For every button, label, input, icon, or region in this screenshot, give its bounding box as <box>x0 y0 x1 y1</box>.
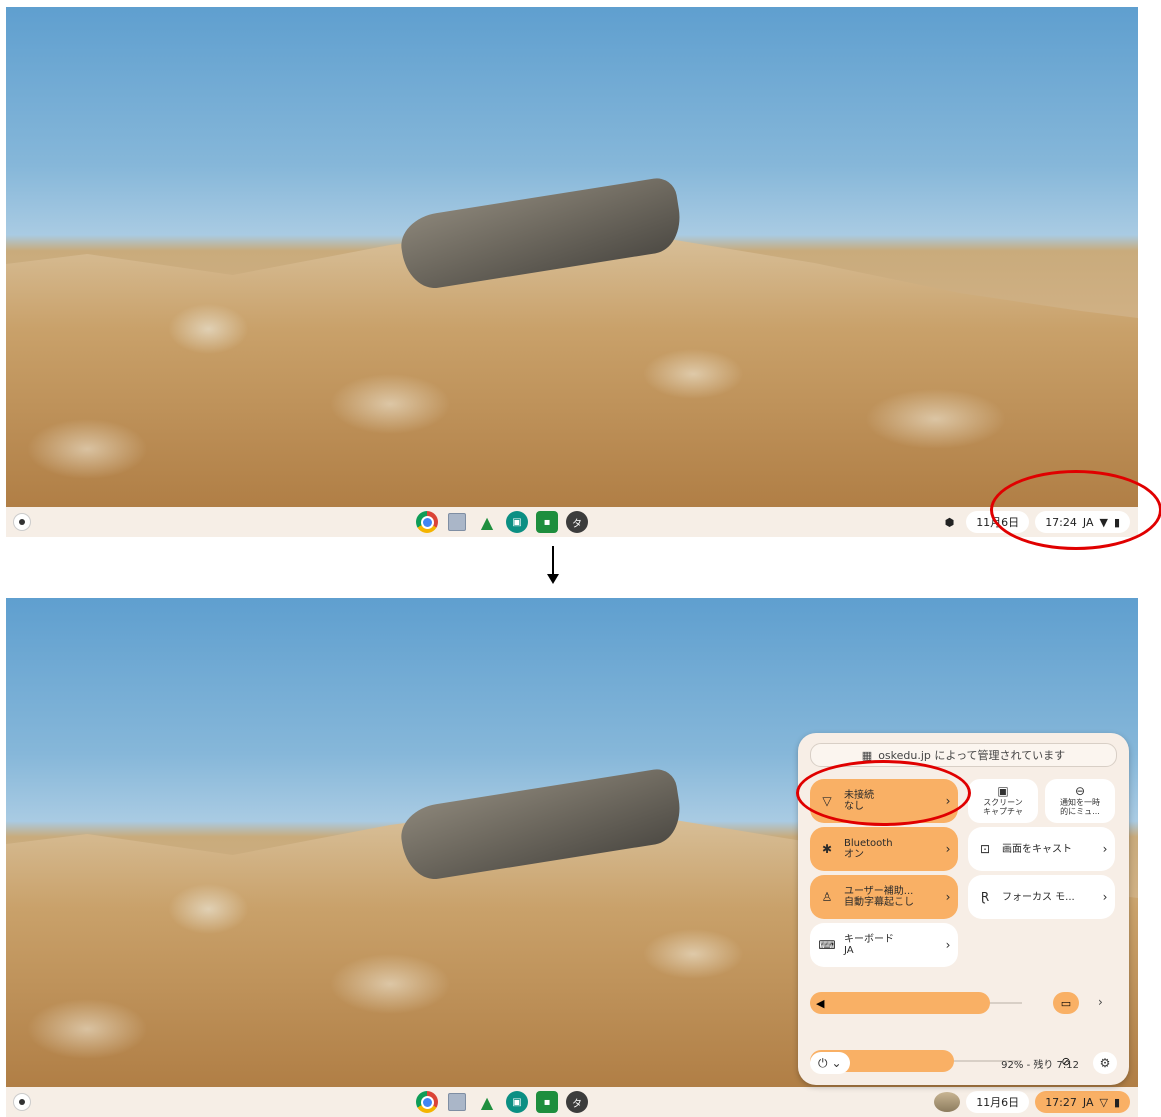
building-icon: ▦ <box>861 748 873 762</box>
chevron-right-icon: › <box>1102 842 1108 856</box>
chevron-right-icon: › <box>1102 890 1108 904</box>
shelf-apps: ▲ ▣ ▪ タ <box>416 511 588 533</box>
bluetooth-tile[interactable]: ✱ Bluetooth オン › <box>810 827 958 871</box>
date-button[interactable]: 11月6日 <box>966 1091 1030 1113</box>
bluetooth-title: Bluetooth <box>844 838 893 849</box>
dnd-line1: 通知を一時 <box>1060 797 1100 807</box>
date-label: 11月6日 <box>976 1096 1020 1109</box>
qs-footer: ⏻ ⌄ 92% - 残り 7:12 ⚙ <box>810 1051 1117 1075</box>
keyboard-tile[interactable]: ⌨ キーボード JA › <box>810 923 958 967</box>
accessibility-icon: ♙ <box>821 890 833 904</box>
accessibility-sub: 自動字幕起こし <box>844 897 914 908</box>
chevron-down-icon: ⌄ <box>831 1056 842 1070</box>
accessibility-title: ユーザー補助... <box>844 886 914 897</box>
volume-slider[interactable]: ◀ ▭ › <box>810 992 1115 1014</box>
status-area-button[interactable]: 17:24 JA ▼ ▮ <box>1035 511 1130 533</box>
volume-icon: ◀ <box>816 996 825 1010</box>
wifi-icon: ▽ <box>1099 1095 1108 1109</box>
status-area-button[interactable]: 17:27 JA ▽ ▮ <box>1035 1091 1130 1113</box>
keyboard-icon: ⌨ <box>818 938 836 952</box>
managed-banner[interactable]: ▦ oskedu.jp によって管理されています <box>810 743 1117 767</box>
chrome-icon[interactable] <box>416 511 438 533</box>
chevron-right-icon[interactable]: › <box>1098 995 1103 1009</box>
chevron-right-icon: › <box>945 794 951 808</box>
cast-icon: ⊡ <box>979 842 991 856</box>
power-button[interactable]: ⏻ ⌄ <box>810 1052 850 1074</box>
desktop-before: ▲ ▣ ▪ タ ⬢ 11月6日 17:24 JA ▼ ▮ <box>6 7 1138 537</box>
ime-label: JA <box>1082 515 1094 529</box>
gear-icon[interactable]: ⚙ <box>1093 1052 1117 1074</box>
chevron-right-icon: › <box>945 842 951 856</box>
dnd-icon: ⊖ <box>1074 783 1086 798</box>
bluetooth-sub: オン <box>844 849 864 860</box>
date-button[interactable]: 11月6日 <box>966 511 1030 533</box>
chevron-right-icon: › <box>945 890 951 904</box>
screen-capture-line1: スクリーン <box>983 797 1023 807</box>
shelf-apps: ▲ ▣ ▪ タ <box>416 1091 588 1113</box>
status-tray: ⬢ 11月6日 17:24 JA ▼ ▮ <box>938 511 1130 533</box>
shelf: ▲ ▣ ▪ タ 11月6日 17:27 JA ▽ ▮ <box>6 1087 1138 1117</box>
screen-capture-tile[interactable]: ▣ スクリーン キャプチャ <box>968 779 1038 823</box>
battery-status: 92% - 残り 7:12 <box>1001 1059 1079 1071</box>
chevron-right-icon: › <box>945 938 951 952</box>
keyboard-sub: JA <box>844 945 854 956</box>
bluetooth-icon: ✱ <box>821 842 833 856</box>
wifi-icon: ▼ <box>1099 515 1108 529</box>
dnd-line2: 的にミュ... <box>1060 806 1100 816</box>
drive-icon[interactable]: ▲ <box>476 511 498 533</box>
arrow-down-head <box>547 574 559 584</box>
battery-icon: ▮ <box>1113 515 1120 529</box>
focus-icon: Ɽ <box>980 890 990 904</box>
network-sub: なし <box>844 801 864 812</box>
wifi-icon: ▽ <box>822 794 832 808</box>
chrome-icon[interactable] <box>416 1091 438 1113</box>
ta-icon[interactable]: タ <box>566 511 588 533</box>
avatar[interactable] <box>934 1092 961 1112</box>
ime-label: JA <box>1082 1095 1094 1109</box>
power-icon: ⏻ <box>818 1055 828 1070</box>
keyboard-title: キーボード <box>844 934 894 945</box>
date-label: 11月6日 <box>976 516 1020 529</box>
launcher-button[interactable] <box>14 514 30 530</box>
classroom-icon[interactable]: ▪ <box>536 511 558 533</box>
files-icon[interactable] <box>446 511 468 533</box>
dnd-tile[interactable]: ⊖ 通知を一時 的にミュ... <box>1045 779 1115 823</box>
captions-icon[interactable]: ▭ <box>1053 992 1079 1014</box>
volume-fill[interactable]: ◀ <box>810 992 990 1014</box>
ta-icon[interactable]: タ <box>566 1091 588 1113</box>
focus-title: フォーカス モ... <box>1002 891 1075 903</box>
meet-icon[interactable]: ▣ <box>506 511 528 533</box>
battery-icon: ▮ <box>1113 1095 1120 1109</box>
focus-tile[interactable]: Ɽ フォーカス モ... › <box>968 875 1115 919</box>
quick-settings-panel: ▦ oskedu.jp によって管理されています ▽ 未接続 なし › ▣ スクリ… <box>798 733 1129 1085</box>
network-title: 未接続 <box>844 790 874 801</box>
shelf: ▲ ▣ ▪ タ ⬢ 11月6日 17:24 JA ▼ ▮ <box>6 507 1138 537</box>
managed-text: oskedu.jp によって管理されています <box>878 749 1066 762</box>
time-label: 17:27 <box>1045 1095 1077 1109</box>
network-tile[interactable]: ▽ 未接続 なし › <box>810 779 958 823</box>
drive-icon[interactable]: ▲ <box>476 1091 498 1113</box>
time-label: 17:24 <box>1045 515 1077 529</box>
cast-tile[interactable]: ⊡ 画面をキャスト › <box>968 827 1115 871</box>
launcher-button[interactable] <box>14 1094 30 1110</box>
files-icon[interactable] <box>446 1091 468 1113</box>
screen-capture-icon: ▣ <box>997 783 1009 798</box>
screen-capture-line2: キャプチャ <box>983 806 1023 816</box>
status-tray: 11月6日 17:27 JA ▽ ▮ <box>934 1091 1130 1113</box>
accessibility-tile[interactable]: ♙ ユーザー補助... 自動字幕起こし › <box>810 875 958 919</box>
cast-title: 画面をキャスト <box>1002 843 1072 855</box>
shield-icon[interactable]: ⬢ <box>938 511 961 533</box>
classroom-icon[interactable]: ▪ <box>536 1091 558 1113</box>
meet-icon[interactable]: ▣ <box>506 1091 528 1113</box>
